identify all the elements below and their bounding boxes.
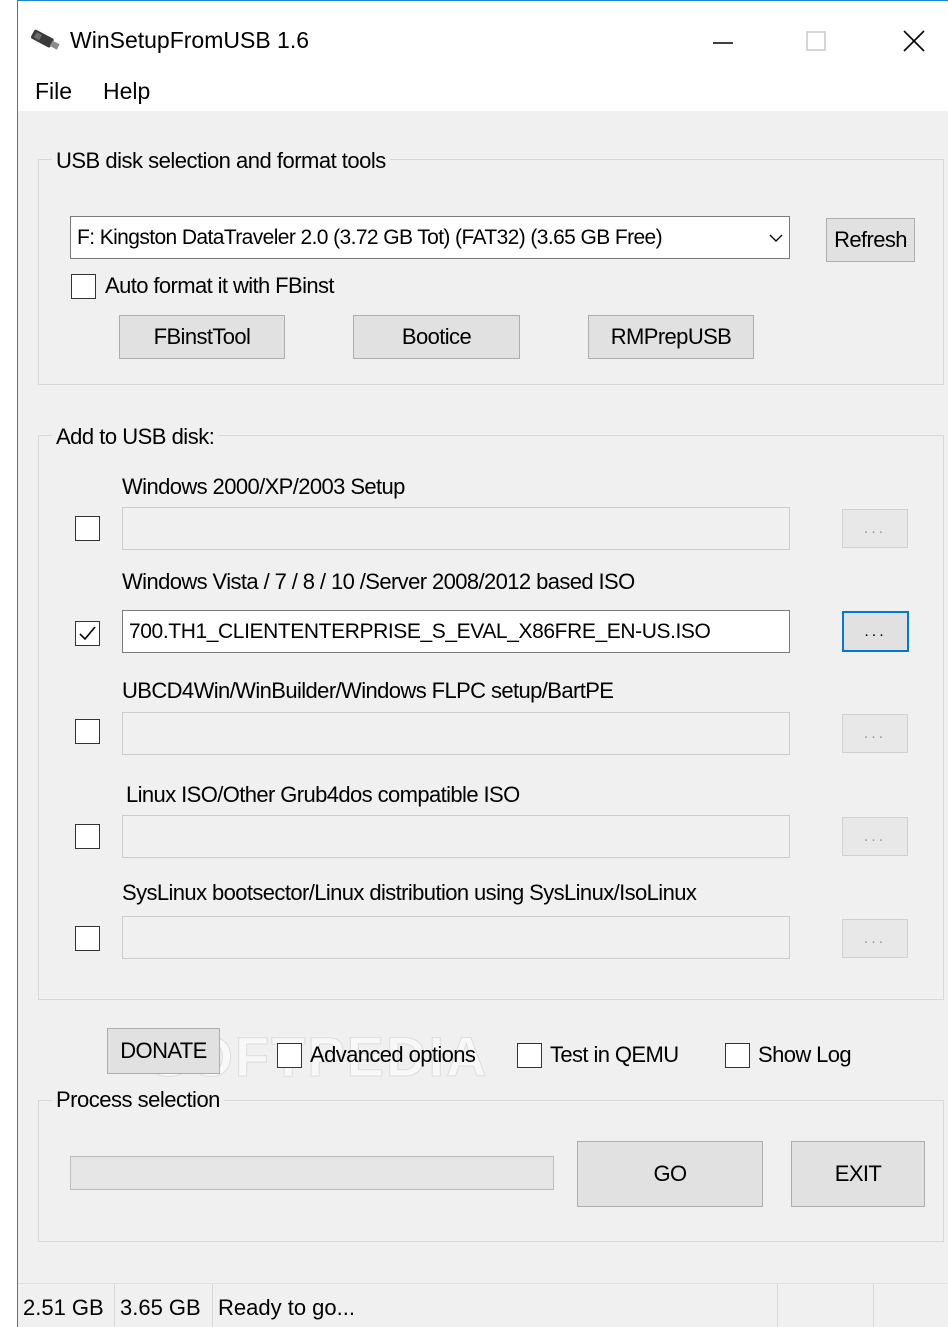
donate-button[interactable]: DONATE xyxy=(107,1028,220,1074)
checkmark-icon xyxy=(79,626,96,641)
test-qemu-label[interactable]: Test in QEMU xyxy=(550,1042,679,1068)
go-button[interactable]: GO xyxy=(577,1141,763,1207)
linux-iso-checkbox[interactable] xyxy=(75,824,100,849)
title-bar: WinSetupFromUSB 1.6 xyxy=(18,1,948,71)
advanced-options-label[interactable]: Advanced options xyxy=(310,1042,476,1068)
syslinux-browse-button[interactable]: ... xyxy=(842,919,908,958)
linux-iso-path-field[interactable] xyxy=(122,815,790,858)
add-group-title: Add to USB disk: xyxy=(52,424,219,450)
refresh-button[interactable]: Refresh xyxy=(826,218,915,262)
show-log-checkbox[interactable] xyxy=(725,1043,750,1068)
maximize-button[interactable] xyxy=(786,15,846,67)
fbinsttool-button[interactable]: FBinstTool xyxy=(119,315,285,359)
entry-label-linux: Linux ISO/Other Grub4dos compatible ISO xyxy=(126,782,520,807)
status-free-size: 3.65 GB xyxy=(115,1284,213,1327)
usb-group-title: USB disk selection and format tools xyxy=(52,148,390,174)
ubcd-browse-button[interactable]: ... xyxy=(842,714,908,753)
ubcd-path-field[interactable] xyxy=(122,712,790,755)
maximize-icon xyxy=(806,31,826,51)
winxp-path-field[interactable] xyxy=(122,507,790,550)
usb-stick-icon xyxy=(30,29,60,50)
entry-label-ubcd: UBCD4Win/WinBuilder/Windows FLPC setup/B… xyxy=(122,678,614,703)
close-icon xyxy=(903,30,925,52)
auto-format-label: Auto format it with FBinst xyxy=(105,273,335,298)
rmprepusb-button[interactable]: RMPrepUSB xyxy=(588,315,754,359)
syslinux-checkbox[interactable] xyxy=(75,926,100,951)
auto-format-checkbox[interactable] xyxy=(71,274,96,299)
ubcd-checkbox[interactable] xyxy=(75,719,100,744)
exit-button[interactable]: EXIT xyxy=(791,1141,925,1207)
progress-bar xyxy=(70,1156,554,1190)
usb-disk-dropdown[interactable]: F: Kingston DataTraveler 2.0 (3.72 GB To… xyxy=(70,216,790,259)
advanced-options-checkbox[interactable] xyxy=(277,1043,302,1068)
entry-label-winxp: Windows 2000/XP/2003 Setup xyxy=(122,474,405,499)
syslinux-path-field[interactable] xyxy=(122,916,790,959)
minimize-button[interactable] xyxy=(693,15,753,67)
window-title: WinSetupFromUSB 1.6 xyxy=(70,27,310,53)
status-used-size: 2.51 GB xyxy=(18,1284,115,1327)
menu-file[interactable]: File xyxy=(35,78,72,105)
process-group-title: Process selection xyxy=(52,1087,224,1113)
status-empty-cell xyxy=(778,1284,874,1327)
vista-iso-path-field[interactable]: 700.TH1_CLIENTENTERPRISE_S_EVAL_X86FRE_E… xyxy=(122,610,790,653)
winxp-checkbox[interactable] xyxy=(75,516,100,541)
vista-checkbox[interactable] xyxy=(75,621,100,646)
menu-help[interactable]: Help xyxy=(103,78,150,105)
minimize-icon xyxy=(713,42,733,44)
entry-label-syslinux: SysLinux bootsector/Linux distribution u… xyxy=(122,880,697,905)
linux-iso-browse-button[interactable]: ... xyxy=(842,817,908,856)
winxp-browse-button[interactable]: ... xyxy=(842,509,908,548)
menu-bar: File Help xyxy=(18,71,948,111)
chevron-down-icon xyxy=(769,234,783,242)
selected-disk-text: F: Kingston DataTraveler 2.0 (3.72 GB To… xyxy=(77,226,663,249)
bootice-button[interactable]: Bootice xyxy=(353,315,520,359)
status-message: Ready to go... xyxy=(213,1284,778,1327)
close-button[interactable] xyxy=(884,15,944,67)
show-log-label[interactable]: Show Log xyxy=(758,1042,852,1068)
app-window: WinSetupFromUSB 1.6 File Help USB disk s… xyxy=(17,0,948,1327)
test-qemu-checkbox[interactable] xyxy=(517,1043,542,1068)
vista-browse-button[interactable]: ... xyxy=(842,611,909,652)
status-bar: 2.51 GB 3.65 GB Ready to go... xyxy=(18,1283,948,1327)
entry-label-vista: Windows Vista / 7 / 8 / 10 /Server 2008/… xyxy=(122,569,635,594)
